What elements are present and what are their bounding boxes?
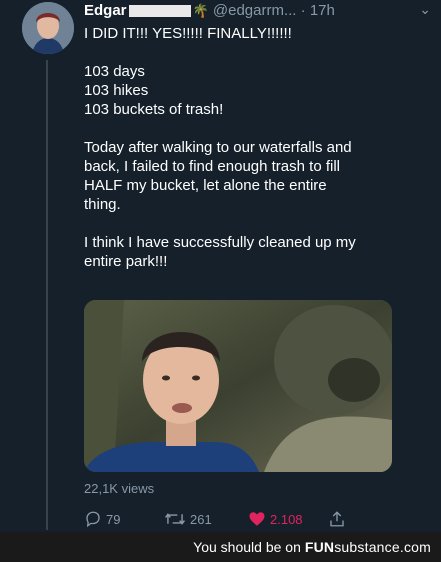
brand-bold: FUN [304,539,335,555]
text-gap [84,119,424,138]
selfie-photo [84,300,392,472]
view-count: 22,1K views [84,481,155,496]
tweet-time[interactable]: 17h [310,2,335,19]
share-button[interactable] [328,510,346,528]
avatar[interactable] [22,2,74,54]
like-button[interactable]: 2.108 [248,510,303,528]
text-line: back, I failed to find enough trash to f… [84,158,340,175]
text-line: 103 hikes [84,82,149,99]
text-line: Today after walking to our waterfalls an… [84,139,352,156]
brand-logo[interactable]: FUNsubstance.com [305,539,431,555]
brand-rest: substance [334,539,400,555]
thread-line [46,60,48,530]
text-line: I DID IT!!! YES!!!!! FINALLY!!!!!! [84,25,292,42]
watermark-banner: You should be on FUNsubstance.com [0,532,441,562]
tweet-media-photo[interactable] [84,300,392,472]
text-gap [84,43,424,62]
text-gap [84,214,424,233]
text-line: 103 buckets of trash! [84,101,224,118]
reply-button[interactable]: 79 [84,510,120,528]
heart-icon [249,512,265,526]
retweet-button[interactable]: 261 [164,510,212,528]
palm-tree-icon: 🌴 [192,3,209,18]
tweet-header: Edgar 🌴 @edgarrm... · 17h ⌄ [84,1,431,24]
author-name[interactable]: Edgar [84,2,127,19]
share-icon [330,511,344,527]
chevron-down-icon[interactable]: ⌄ [419,1,431,18]
brand-suffix: .com [399,539,431,555]
text-line: entire park!!! [84,253,168,270]
retweet-count: 261 [190,511,212,527]
text-line: HALF my bucket, let alone the entire [84,177,327,194]
retweet-icon [165,513,185,525]
separator-dot: · [300,2,306,19]
banner-text: You should be on [193,539,301,555]
avatar-photo [22,2,74,54]
like-count: 2.108 [270,511,303,527]
author-handle[interactable]: @edgarrm... [213,2,297,19]
text-line: 103 days [84,63,145,80]
redaction-bar [128,5,191,18]
tweet-text: I DID IT!!! YES!!!!! FINALLY!!!!!! 103 d… [84,24,424,271]
reply-icon [86,511,100,528]
text-line: thing. [84,196,121,213]
tweet-actions: 79 261 2.108 [84,510,441,530]
text-line: I think I have successfully cleaned up m… [84,234,356,251]
reply-count: 79 [106,511,121,527]
